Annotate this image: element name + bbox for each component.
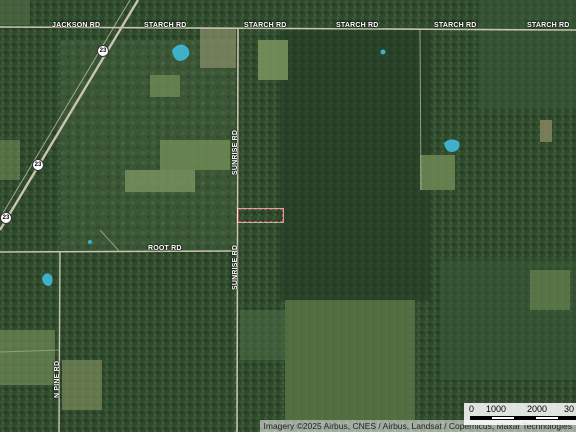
scale-label-2000: 2000	[527, 404, 548, 414]
road-label-jackson: JACKSON RD	[52, 22, 101, 29]
road-label-starch-2: STARCH RD	[244, 22, 287, 29]
road-label-starch-5: STARCH RD	[527, 22, 570, 29]
road-label-starch-1: STARCH RD	[144, 22, 187, 29]
road-label-root: ROOT RD	[148, 245, 182, 252]
road-label-sunrise-north: SUNRISE RD	[232, 129, 239, 175]
scale-bar: 0 1000 2000 30	[464, 403, 576, 425]
scale-label-1000: 1000	[486, 404, 507, 414]
road-label-sunrise-south: SUNRISE RD	[232, 244, 239, 290]
road-label-n-pine: N PINE RD	[54, 360, 61, 398]
scale-label-0: 0	[469, 404, 475, 414]
parcel-boundary[interactable]	[238, 209, 283, 222]
scale-bar-line	[470, 416, 576, 420]
satellite-imagery[interactable]	[0, 0, 576, 432]
road-label-starch-3: STARCH RD	[336, 22, 379, 29]
highway-shield-23: 23	[32, 159, 44, 171]
scale-label-3000: 30	[564, 404, 575, 414]
scale-bar-segment	[492, 417, 514, 419]
scale-bar-segment	[536, 417, 558, 419]
highway-shield-23: 23	[0, 212, 12, 224]
road-label-starch-4: STARCH RD	[434, 22, 477, 29]
satellite-map[interactable]: JACKSON RD STARCH RD STARCH RD STARCH RD…	[0, 0, 576, 432]
highway-shield-23: 23	[97, 45, 109, 57]
